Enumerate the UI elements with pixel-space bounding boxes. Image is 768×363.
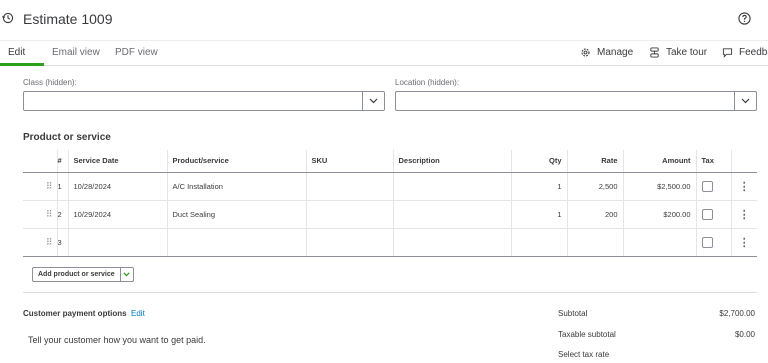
gear-icon	[581, 48, 590, 57]
view-tabs: Edit Email view PDF view Manage Take tou…	[0, 40, 768, 66]
sku-cell[interactable]	[306, 228, 394, 257]
service-date-cell[interactable]	[68, 228, 168, 257]
manage-label: Manage	[597, 47, 634, 58]
amount-cell[interactable]: $200.00	[623, 200, 697, 229]
subtotal-value: $2,700.00	[719, 309, 755, 318]
add-product-label: Add product or service	[38, 271, 115, 278]
row-menu-icon[interactable]: ⋮	[731, 172, 757, 201]
tax-checkbox[interactable]	[701, 180, 713, 192]
row-menu-icon[interactable]: ⋮	[731, 228, 757, 257]
tax-checkbox[interactable]	[701, 208, 713, 220]
col-header-description: Description	[393, 150, 512, 173]
tax-cell	[696, 172, 732, 201]
description-cell[interactable]	[393, 200, 512, 229]
select-tax-rate[interactable]: Select tax rate	[558, 350, 609, 359]
amount-cell[interactable]: $2,500.00	[623, 172, 697, 201]
chevron-down-icon[interactable]	[119, 268, 133, 281]
rate-cell[interactable]: 2,500	[567, 172, 624, 201]
col-header-product: Product/service	[167, 150, 307, 173]
tax-checkbox[interactable]	[701, 236, 713, 248]
row-menu-icon[interactable]: ⋮	[731, 200, 757, 229]
class-label: Class (hidden):	[23, 78, 77, 87]
col-header-tax: Tax	[696, 150, 732, 173]
help-icon[interactable]	[738, 12, 751, 25]
manage-button[interactable]: Manage	[580, 47, 633, 58]
product-cell[interactable]	[167, 228, 307, 257]
col-header-qty: Qty	[511, 150, 568, 173]
location-label: Location (hidden):	[395, 78, 460, 87]
tour-icon	[650, 47, 659, 58]
chevron-down-icon[interactable]	[362, 92, 384, 110]
section-divider	[23, 292, 757, 293]
feedback-button[interactable]: Feedba	[722, 47, 768, 58]
sku-cell[interactable]	[306, 200, 394, 229]
rate-cell[interactable]: 200	[567, 200, 624, 229]
description-cell[interactable]	[393, 172, 512, 201]
add-product-button[interactable]: Add product or service	[32, 267, 134, 282]
rate-cell[interactable]	[567, 228, 624, 257]
drag-handle-icon[interactable]: ⠿	[23, 172, 58, 201]
col-header-rate: Rate	[567, 150, 624, 173]
estimate-header: Estimate 1009	[0, 0, 768, 40]
page-title: Estimate 1009	[23, 11, 113, 27]
payment-edit-link[interactable]: Edit	[131, 309, 145, 318]
table-header-row: # Service Date Product/service SKU Descr…	[23, 150, 757, 173]
tab-edit[interactable]: Edit	[8, 47, 25, 58]
sku-cell[interactable]	[306, 172, 394, 201]
qty-cell[interactable]: 1	[511, 172, 568, 201]
qty-cell[interactable]	[511, 228, 568, 257]
payment-instructions[interactable]: Tell your customer how you want to get p…	[28, 335, 206, 345]
history-icon[interactable]	[2, 12, 14, 24]
tax-cell	[696, 228, 732, 257]
feedback-icon	[722, 48, 733, 58]
grip-header	[23, 150, 58, 173]
table-row[interactable]: ⠿ 2 10/29/2024 Duct Sealing 1 200 $200.0…	[23, 200, 757, 229]
qty-cell[interactable]: 1	[511, 200, 568, 229]
active-tab-indicator	[0, 63, 44, 66]
class-select[interactable]	[23, 91, 385, 111]
chevron-down-icon[interactable]	[734, 92, 756, 110]
line-number: 1	[57, 172, 69, 201]
line-number: 2	[57, 200, 69, 229]
taxable-subtotal-value: $0.00	[734, 330, 755, 339]
tax-cell	[696, 200, 732, 229]
take-tour-button[interactable]: Take tour	[649, 47, 707, 58]
product-cell[interactable]: A/C Installation	[167, 172, 307, 201]
col-header-sku: SKU	[306, 150, 394, 173]
drag-handle-icon[interactable]: ⠿	[23, 200, 58, 229]
table-row[interactable]: ⠿ 3 ⋮	[23, 228, 757, 257]
col-header-number: #	[57, 150, 69, 173]
payment-options-title: Customer payment options	[23, 309, 127, 318]
service-date-cell[interactable]: 10/29/2024	[68, 200, 168, 229]
line-items-table: # Service Date Product/service SKU Descr…	[23, 150, 757, 257]
section-title: Product or service	[23, 132, 111, 143]
taxable-subtotal-label: Taxable subtotal	[558, 330, 616, 339]
product-cell[interactable]: Duct Sealing	[167, 200, 307, 229]
actions-header	[731, 150, 757, 173]
take-tour-label: Take tour	[666, 47, 708, 58]
tab-email-view[interactable]: Email view	[52, 47, 100, 58]
service-date-cell[interactable]: 10/28/2024	[68, 172, 168, 201]
description-cell[interactable]	[393, 228, 512, 257]
location-select[interactable]	[395, 91, 757, 111]
col-header-service-date: Service Date	[68, 150, 168, 173]
table-row[interactable]: ⠿ 1 10/28/2024 A/C Installation 1 2,500 …	[23, 172, 757, 201]
col-header-amount: Amount	[623, 150, 697, 173]
line-number: 3	[57, 228, 69, 257]
tab-pdf-view[interactable]: PDF view	[115, 47, 158, 58]
drag-handle-icon[interactable]: ⠿	[23, 228, 58, 257]
subtotal-label: Subtotal	[558, 309, 588, 318]
feedback-label: Feedba	[739, 47, 768, 58]
amount-cell[interactable]	[623, 228, 697, 257]
